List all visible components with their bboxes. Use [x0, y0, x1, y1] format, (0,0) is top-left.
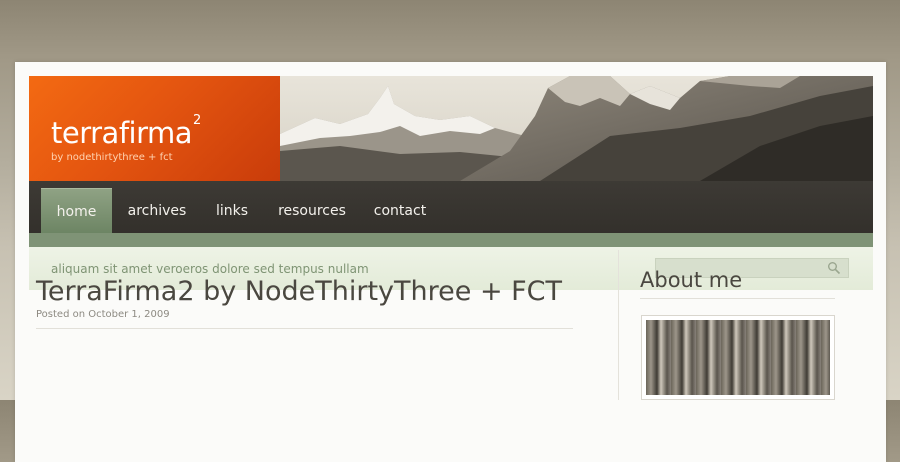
nav-archives[interactable]: archives [117, 188, 197, 233]
about-me-photo-content [646, 320, 830, 395]
nav-resources[interactable]: resources [267, 188, 357, 233]
site-logo[interactable]: terrafirma2 by nodethirtythree + fct [29, 76, 280, 181]
site-title: terrafirma2 [51, 113, 201, 150]
sidebar-divider [640, 298, 835, 299]
site-byline: by nodethirtythree + fct [51, 152, 173, 163]
nav-home[interactable]: home [41, 188, 112, 234]
mountain-photo [280, 76, 873, 181]
header-mountain-image [280, 76, 873, 181]
post-title[interactable]: TerraFirma2 by NodeThirtyThree + FCT [36, 276, 562, 307]
nav-contact[interactable]: contact [362, 188, 438, 233]
main-nav: home archives links resources contact [29, 181, 873, 234]
post-divider [36, 328, 573, 329]
nav-underline-strip [29, 233, 873, 247]
column-divider [618, 250, 619, 400]
sidebar-about-title: About me [640, 268, 743, 292]
about-me-photo [641, 315, 835, 400]
site-header: terrafirma2 by nodethirtythree + fct hom… [15, 62, 886, 462]
site-title-superscript: 2 [193, 113, 201, 128]
header: terrafirma2 by nodethirtythree + fct [29, 76, 873, 181]
nav-links[interactable]: links [201, 188, 263, 233]
site-tagline: aliquam sit amet veroeros dolore sed tem… [51, 262, 369, 276]
post-date: Posted on October 1, 2009 [36, 309, 170, 320]
magnifier-icon[interactable] [827, 261, 841, 275]
site-title-text: terrafirma [51, 116, 193, 150]
